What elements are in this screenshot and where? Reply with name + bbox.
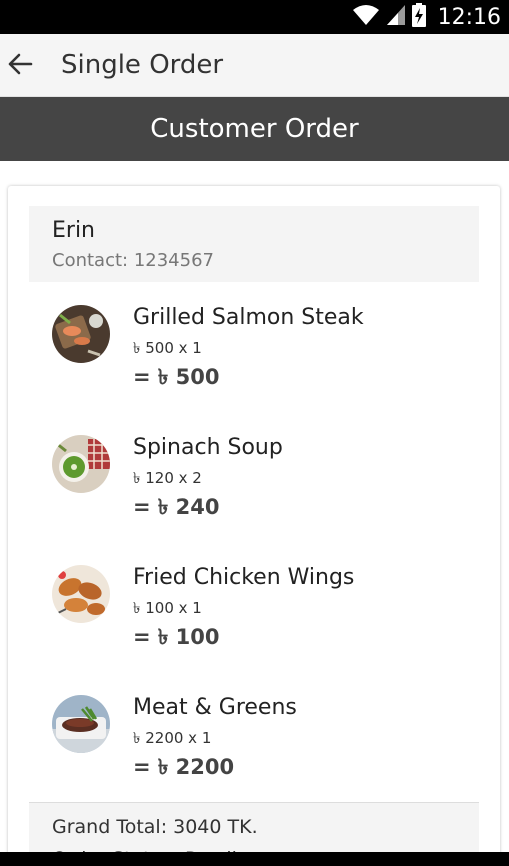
salmon-dish-thumbnail (52, 305, 110, 363)
item-price: ৳ 2200 x 1 (133, 729, 212, 747)
banner-title: Customer Order (150, 114, 359, 144)
battery-charging-icon (411, 2, 426, 32)
item-total: = ৳ 240 (133, 495, 220, 519)
order-item[interactable]: Grilled Salmon Steak ৳ 500 x 1 = ৳ 500 (52, 305, 472, 405)
customer-contact: Contact: 1234567 (52, 250, 214, 271)
item-total: = ৳ 100 (133, 625, 220, 649)
spinach-soup-thumbnail (52, 435, 110, 493)
chicken-wings-thumbnail (52, 565, 110, 623)
item-price: ৳ 500 x 1 (133, 339, 202, 357)
item-name: Meat & Greens (133, 695, 297, 720)
order-card: Erin Contact: 1234567 Grilled Salmon Ste… (8, 186, 500, 866)
order-banner: Customer Order (0, 97, 509, 161)
app-bar: Single Order (0, 34, 509, 97)
status-bar: 12:16 (0, 0, 509, 34)
page-title: Single Order (61, 50, 224, 80)
arrow-left-icon (7, 53, 33, 80)
status-icons: 12:16 (352, 0, 501, 34)
order-item[interactable]: Spinach Soup ৳ 120 x 2 = ৳ 240 (52, 435, 472, 535)
signal-icon (386, 4, 406, 31)
wifi-icon (352, 4, 380, 31)
grand-total: Grand Total: 3040 TK. (52, 816, 258, 838)
item-name: Spinach Soup (133, 435, 283, 460)
order-item[interactable]: Fried Chicken Wings ৳ 100 x 1 = ৳ 100 (52, 565, 472, 665)
order-item[interactable]: Meat & Greens ৳ 2200 x 1 = ৳ 2200 (52, 695, 472, 795)
item-name: Grilled Salmon Steak (133, 305, 364, 330)
item-total: = ৳ 500 (133, 365, 220, 389)
customer-name: Erin (52, 218, 96, 243)
item-total: = ৳ 2200 (133, 755, 235, 779)
navigation-bar (0, 852, 509, 866)
meat-greens-thumbnail (52, 695, 110, 753)
item-name: Fried Chicken Wings (133, 565, 355, 590)
status-time: 12:16 (437, 4, 501, 30)
back-button[interactable] (0, 42, 40, 90)
item-price: ৳ 120 x 2 (133, 469, 202, 487)
item-price: ৳ 100 x 1 (133, 599, 202, 617)
customer-info: Erin Contact: 1234567 (29, 206, 479, 282)
